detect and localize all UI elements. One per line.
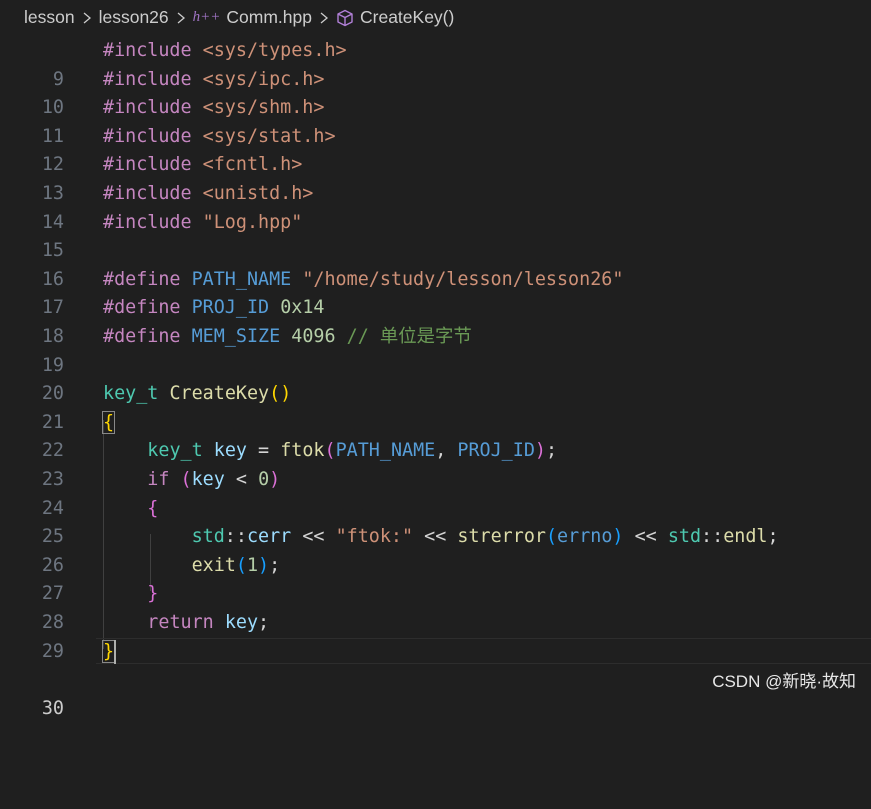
chevron-right-icon [81,11,93,25]
code-line: 27 exit(1); [0,552,871,605]
code-line: 28 } [0,580,871,633]
current-line-highlight [96,637,871,664]
code-line: 24 if (key < 0) [0,466,871,519]
code-line: 14 #include <unistd.h> [0,180,871,233]
code-line: 19 #define MEM_SIZE 4096 // 单位是字节 [0,323,871,376]
code-line: 21 key_t CreateKey() [0,380,871,433]
cpp-header-file-icon: h++ [192,9,221,25]
code-line: 12 #include <sys/stat.h> [0,123,871,176]
text-cursor [114,639,116,664]
code-line: 18 #define PROJ_ID 0x14 [0,294,871,347]
code-line: 13 #include <fcntl.h> [0,151,871,204]
code-line: 29 return key; [0,609,871,662]
code-line: 15 #include "Log.hpp" [0,209,871,262]
code-line: 16 [0,237,871,290]
code-line-active: 30 } [0,637,871,719]
code-line: 23 key_t key = ftok(PATH_NAME, PROJ_ID); [0,437,871,490]
code-line: 22 { [0,409,871,461]
watermark: CSDN @新晓·故知 [712,672,856,691]
code-line: 25 { [0,495,871,548]
code-line: 26 std::cerr << "ftok:" << strerror(errn… [0,523,871,576]
breadcrumb-folder-lesson26[interactable]: lesson26 [99,7,169,28]
breadcrumb-file[interactable]: Comm.hpp [226,7,312,28]
breadcrumb-symbol[interactable]: CreateKey() [360,7,454,28]
code-line: 20 [0,352,871,404]
chevron-right-icon [318,11,330,25]
code-line: 11 #include <sys/shm.h> [0,94,871,147]
code-line: 10 #include <sys/ipc.h> [0,66,871,119]
method-cube-icon [336,9,354,27]
breadcrumb-folder-lesson[interactable]: lesson [24,7,75,28]
code-editor[interactable]: 9 #include <sys/types.h> 10 #include <sy… [0,37,871,719]
breadcrumb: lesson lesson26 h++ Comm.hpp CreateKey() [0,0,871,35]
code-line: 17 #define PATH_NAME "/home/study/lesson… [0,266,871,319]
line-number: 30 [41,697,64,719]
code-line: 9 #include <sys/types.h> [0,37,871,90]
chevron-right-icon [175,11,187,25]
